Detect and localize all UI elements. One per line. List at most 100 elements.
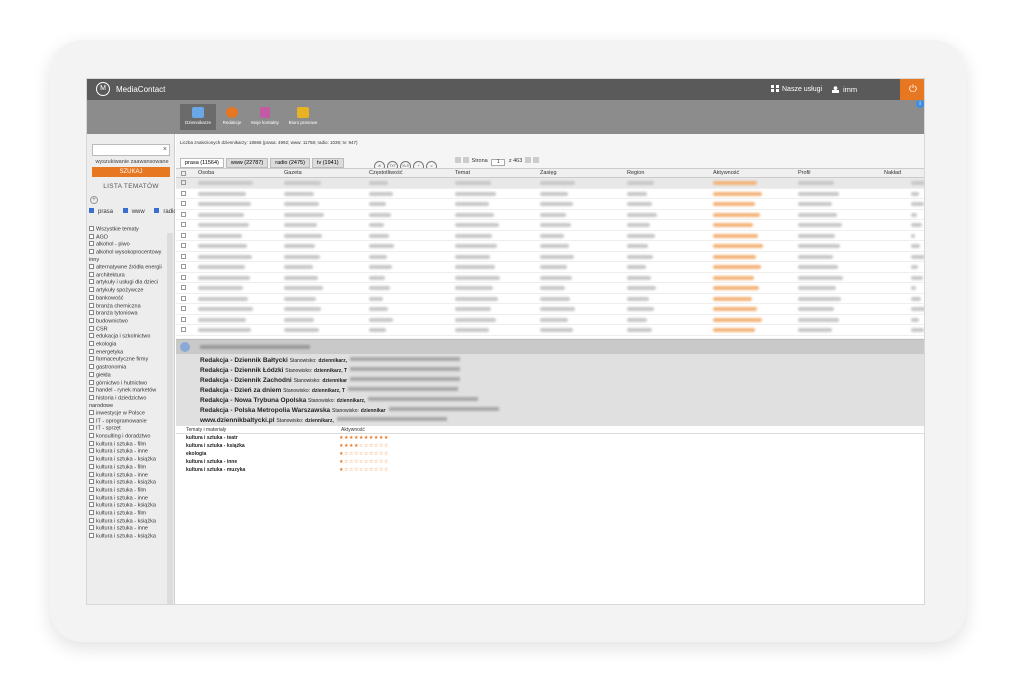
checkbox[interactable] bbox=[89, 333, 94, 339]
checkbox[interactable] bbox=[89, 310, 94, 316]
checkbox[interactable] bbox=[89, 264, 94, 270]
table-row[interactable] bbox=[176, 199, 924, 210]
checkbox[interactable] bbox=[122, 208, 128, 213]
checkbox[interactable] bbox=[89, 233, 94, 239]
topic-item[interactable]: artykuły spożywcze bbox=[89, 287, 173, 295]
all-topics-item[interactable]: Wszystkie tematy bbox=[89, 226, 173, 234]
checkbox[interactable] bbox=[89, 456, 94, 462]
topic-item[interactable]: inny bbox=[89, 257, 173, 264]
topic-item[interactable]: branża tytoniowa bbox=[89, 310, 173, 318]
topic-item[interactable]: kultura i sztuka - film bbox=[89, 510, 173, 518]
prev-page-button[interactable] bbox=[463, 157, 469, 163]
checkbox[interactable] bbox=[89, 494, 94, 500]
checkbox[interactable] bbox=[154, 208, 160, 213]
row-checkbox[interactable] bbox=[181, 306, 186, 311]
checkbox[interactable] bbox=[89, 302, 94, 308]
checkbox[interactable] bbox=[89, 271, 94, 277]
topic-item[interactable]: kultura i sztuka - inne bbox=[89, 471, 173, 480]
row-checkbox[interactable] bbox=[181, 201, 186, 206]
nav-my-contacts[interactable]: Moje kontakty bbox=[249, 104, 281, 130]
row-checkbox[interactable] bbox=[181, 211, 186, 217]
advanced-search-link[interactable]: wyszukiwanie zaawansowane bbox=[92, 159, 172, 165]
topic-item[interactable]: narodowe bbox=[89, 403, 173, 410]
row-checkbox[interactable] bbox=[181, 222, 186, 227]
row-checkbox[interactable] bbox=[181, 243, 186, 248]
checkbox[interactable] bbox=[89, 364, 94, 370]
topic-item[interactable]: IT - oprogramowanie bbox=[89, 417, 173, 426]
topic-item[interactable]: inwestycje w Polsce bbox=[89, 409, 173, 418]
checkbox[interactable] bbox=[89, 486, 94, 492]
topic-item[interactable]: kultura i sztuka - inne bbox=[89, 494, 173, 503]
nav-press-office[interactable]: Biuro prasowe bbox=[286, 104, 320, 130]
edition-item[interactable]: Redakcja - Nowa Trybuna Opolska Stanowis… bbox=[200, 397, 479, 404]
row-checkbox[interactable] bbox=[181, 274, 186, 280]
checkbox[interactable] bbox=[89, 208, 94, 213]
clear-icon[interactable]: × bbox=[163, 146, 167, 153]
topic-item[interactable]: budownictwo bbox=[89, 317, 173, 326]
checkbox[interactable] bbox=[89, 533, 94, 539]
edition-item[interactable]: Redakcja - Dzień za dniem Stanowisko: dz… bbox=[200, 387, 458, 394]
scrollbar[interactable] bbox=[167, 233, 173, 604]
row-checkbox[interactable] bbox=[181, 180, 186, 185]
row-checkbox[interactable] bbox=[181, 190, 186, 196]
topic-item[interactable]: kultura i sztuka - inne bbox=[89, 448, 173, 456]
checkbox[interactable] bbox=[89, 341, 94, 347]
topic-item[interactable]: edukacja i szkolnictwo bbox=[89, 333, 173, 341]
checkbox[interactable] bbox=[89, 356, 94, 362]
column-header[interactable]: Region bbox=[627, 170, 644, 176]
checkbox[interactable] bbox=[89, 510, 94, 516]
column-header[interactable]: Częstotliwość bbox=[369, 170, 403, 176]
table-row[interactable] bbox=[176, 189, 924, 199]
topic-item[interactable]: CSR bbox=[89, 325, 173, 334]
checkbox[interactable] bbox=[89, 317, 94, 323]
checkbox[interactable] bbox=[89, 517, 94, 523]
edition-item[interactable]: Redakcja - Dziennik Zachodni Stanowisko:… bbox=[200, 377, 461, 384]
topic-item[interactable]: energetyka bbox=[89, 348, 173, 357]
topic-item[interactable]: alkohol wysokoprocentowy bbox=[89, 249, 173, 257]
topic-item[interactable]: kultura i sztuka - film bbox=[89, 486, 173, 495]
topic-item[interactable]: kultura i sztuka - książka bbox=[89, 479, 173, 487]
table-row[interactable] bbox=[176, 262, 924, 273]
table-row[interactable] bbox=[176, 252, 924, 262]
column-header[interactable]: Nakład bbox=[884, 170, 901, 176]
checkbox[interactable] bbox=[89, 379, 94, 385]
topic-item[interactable]: AGD bbox=[89, 233, 173, 242]
table-row[interactable] bbox=[176, 325, 924, 336]
table-row[interactable] bbox=[176, 241, 924, 252]
nav-journalists[interactable]: Dziennikarze bbox=[180, 104, 216, 130]
topic-item[interactable]: konsulting i doradztwo bbox=[89, 432, 173, 441]
tab-tv[interactable]: tv (1941) bbox=[311, 158, 344, 168]
first-page-button[interactable] bbox=[455, 157, 461, 163]
row-checkbox[interactable] bbox=[181, 295, 186, 301]
row-checkbox[interactable] bbox=[181, 316, 186, 322]
topic-item[interactable]: artykuły i usługi dla dzieci bbox=[89, 279, 173, 287]
column-header[interactable]: Aktywność bbox=[713, 170, 739, 176]
user-menu[interactable]: imm bbox=[832, 85, 857, 94]
topic-item[interactable]: kultura i sztuka - książka bbox=[89, 456, 173, 464]
row-checkbox[interactable] bbox=[181, 264, 186, 269]
table-row[interactable] bbox=[176, 273, 924, 283]
checkbox[interactable] bbox=[89, 440, 94, 446]
topic-item[interactable]: alkohol - piwo bbox=[89, 241, 173, 249]
table-row[interactable] bbox=[176, 304, 924, 315]
column-header[interactable]: Gazeta bbox=[284, 170, 302, 176]
checkbox[interactable] bbox=[89, 226, 94, 231]
topic-item[interactable]: kultura i sztuka - film bbox=[89, 463, 173, 472]
column-header[interactable]: Osoba bbox=[198, 170, 214, 176]
last-page-button[interactable] bbox=[532, 157, 539, 163]
type-filter[interactable]: radio bbox=[154, 208, 175, 215]
checkbox[interactable] bbox=[89, 325, 94, 331]
tab-www[interactable]: www (22787) bbox=[225, 158, 269, 168]
table-row[interactable] bbox=[176, 315, 924, 325]
edition-item[interactable]: Redakcja - Polska Metropolia Warszawska … bbox=[200, 407, 499, 414]
topic-item[interactable]: ekologia bbox=[89, 341, 173, 349]
checkbox[interactable] bbox=[89, 387, 94, 393]
checkbox[interactable] bbox=[89, 409, 94, 415]
edition-item[interactable]: Redakcja - Dziennik Łódzki Stanowisko: d… bbox=[200, 367, 461, 374]
checkbox[interactable] bbox=[89, 425, 94, 431]
topic-item[interactable]: kultura i sztuka - książka bbox=[89, 533, 173, 541]
checkbox[interactable] bbox=[89, 394, 94, 400]
topic-item[interactable]: gastronomia bbox=[89, 364, 173, 372]
row-checkbox[interactable] bbox=[181, 327, 186, 332]
checkbox[interactable] bbox=[89, 279, 94, 285]
